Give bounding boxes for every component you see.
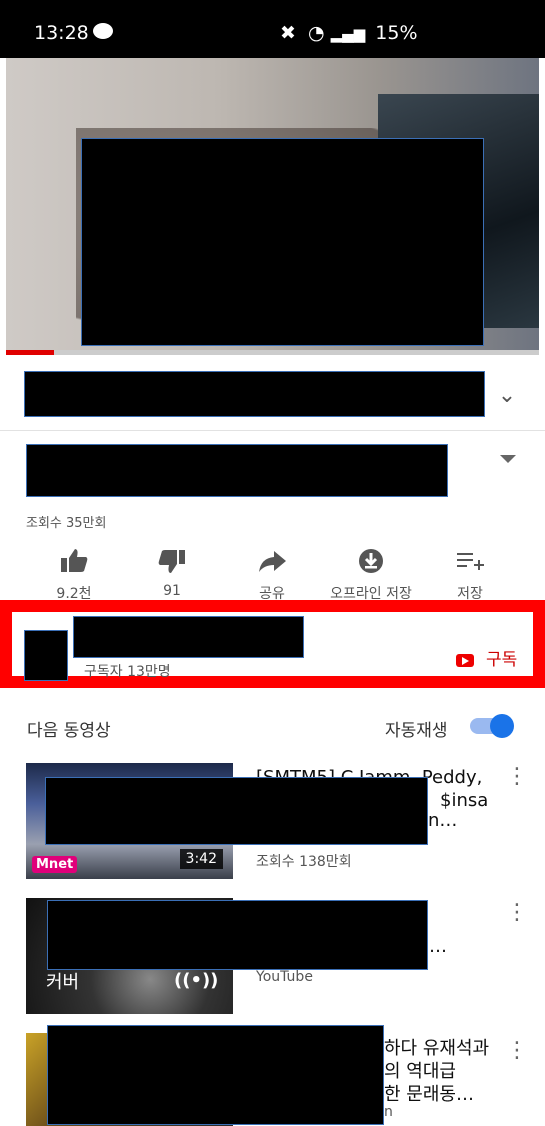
avatar[interactable] xyxy=(24,630,68,681)
video-meta: 조회수 138만회 xyxy=(256,854,352,870)
redacted-region xyxy=(47,1025,384,1125)
autoplay-toggle[interactable] xyxy=(470,714,514,738)
video-meta: n xyxy=(384,1104,393,1120)
autoplay-label: 자동재생 xyxy=(385,721,448,741)
status-bar: 13:28 ✖ ◔ ▂▄▆ 15% xyxy=(0,0,545,58)
podcast-icon: ((•)) xyxy=(174,970,219,991)
like-button[interactable]: 9.2천 xyxy=(24,545,124,603)
battery-text: 15% xyxy=(375,22,418,44)
video-title-fragment: n… xyxy=(428,810,458,831)
more-options-icon[interactable]: ⋮ xyxy=(506,902,528,924)
status-icons: ✖ ◔ ▂▄▆ 15% xyxy=(280,22,418,44)
video-title-fragment: 한 문래동… xyxy=(384,1084,474,1105)
thumbs-up-icon xyxy=(61,549,88,572)
youtube-logo-icon xyxy=(456,653,474,667)
view-count: 조회수 35만회 xyxy=(26,516,107,531)
subscribe-label: 구독 xyxy=(486,650,518,670)
thumbs-down-icon xyxy=(158,550,185,573)
more-options-icon[interactable]: ⋮ xyxy=(506,766,528,788)
thumbnail-caption: 커버 xyxy=(46,972,80,993)
chat-icon xyxy=(93,23,113,39)
subscribe-button[interactable]: 구독 xyxy=(456,645,517,670)
more-options-icon[interactable]: ⋮ xyxy=(506,1040,528,1062)
share-button[interactable]: 공유 xyxy=(222,545,322,603)
download-icon xyxy=(359,549,383,573)
channel-badge: Mnet xyxy=(32,856,78,873)
download-button[interactable]: 오프라인 저장 xyxy=(320,545,422,603)
redacted-video-region xyxy=(81,138,484,346)
signal-icon: ▂▄▆ xyxy=(330,25,366,43)
duration-badge: 3:42 xyxy=(179,849,223,869)
video-title-fragment[interactable]: … xyxy=(429,935,459,958)
dislike-button[interactable]: 91 xyxy=(122,545,222,603)
redacted-region xyxy=(47,900,428,970)
subscriber-count: 구독자 13만명 xyxy=(84,664,171,680)
share-icon xyxy=(259,551,286,572)
save-playlist-icon xyxy=(457,553,484,570)
toggle-knob xyxy=(490,714,514,738)
redacted-video-title xyxy=(26,444,448,497)
mute-icon: ✖ xyxy=(280,22,296,44)
save-button[interactable]: 저장 xyxy=(420,545,520,603)
divider xyxy=(0,430,545,431)
wifi-icon: ◔ xyxy=(307,22,325,44)
expand-description-icon[interactable] xyxy=(498,452,518,466)
up-next-label: 다음 동영상 xyxy=(27,721,111,741)
redacted-channel-name xyxy=(73,616,304,658)
clock: 13:28 xyxy=(34,22,89,44)
redacted-region xyxy=(45,777,428,845)
video-title-fragment: 의 역대급 xyxy=(384,1061,456,1082)
redacted-header-text xyxy=(24,371,485,417)
video-meta: YouTube xyxy=(256,969,313,985)
chevron-down-icon[interactable]: ⌄ xyxy=(496,385,518,407)
